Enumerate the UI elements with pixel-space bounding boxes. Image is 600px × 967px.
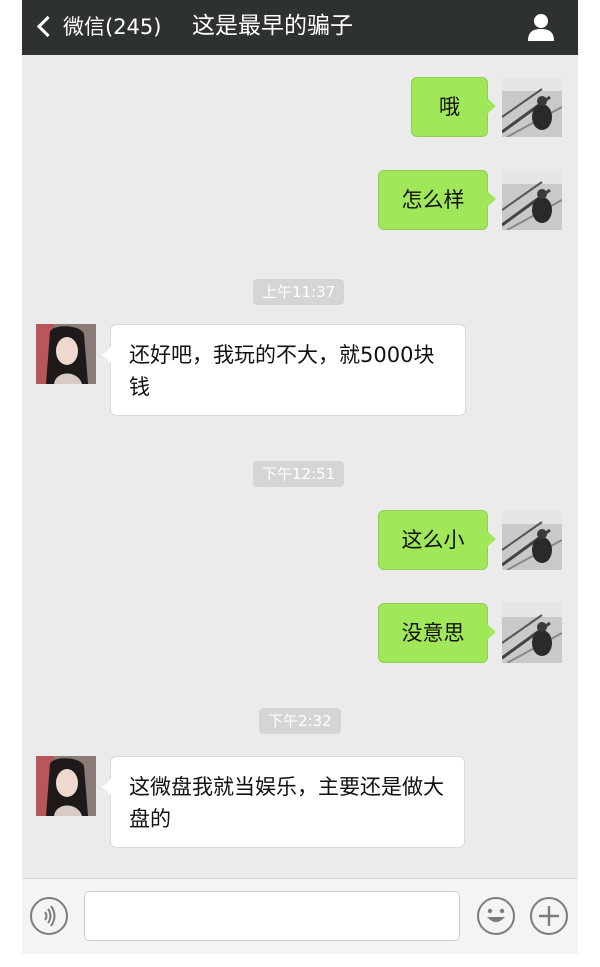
back-label: 微信(245): [63, 15, 162, 39]
chat-screen: 微信(245) 这是最早的骗子 哦 怎么样 上午11:37 还好吧，我玩的不大，…: [22, 0, 578, 954]
sent-message-bubble[interactable]: 没意思: [378, 603, 496, 663]
chat-title: 这是最早的骗子: [192, 13, 353, 39]
sent-message-bubble[interactable]: 这么小: [378, 510, 496, 570]
chevron-left-icon: [36, 15, 59, 37]
person-icon[interactable]: [526, 12, 556, 42]
message-input[interactable]: [84, 891, 460, 941]
nav-bar: 微信(245) 这是最早的骗子: [22, 0, 578, 55]
input-bar: [22, 878, 578, 954]
message-text: 哦: [439, 95, 460, 119]
timestamp-badge: 下午2:32: [259, 708, 341, 734]
emoji-icon[interactable]: [477, 897, 515, 935]
my-avatar[interactable]: [502, 510, 562, 570]
my-avatar[interactable]: [502, 603, 562, 663]
timestamp-badge: 下午12:51: [253, 461, 345, 487]
voice-icon[interactable]: [30, 897, 68, 935]
received-message-bubble[interactable]: 还好吧，我玩的不大，就5000块钱: [102, 324, 466, 416]
message-text: 这微盘我就当娱乐，主要还是做大盘的: [129, 775, 444, 831]
received-message-bubble[interactable]: 这微盘我就当娱乐，主要还是做大盘的: [102, 756, 465, 848]
message-text: 没意思: [401, 621, 465, 645]
contact-avatar[interactable]: [36, 324, 96, 384]
message-text: 这么小: [401, 528, 465, 552]
sent-message-bubble[interactable]: 怎么样: [378, 170, 496, 230]
my-avatar[interactable]: [502, 77, 562, 137]
my-avatar[interactable]: [502, 170, 562, 230]
message-text: 还好吧，我玩的不大，就5000块钱: [129, 343, 435, 399]
sent-message-bubble[interactable]: 哦: [411, 77, 496, 137]
back-button[interactable]: 微信(245): [34, 8, 161, 44]
plus-icon[interactable]: [530, 897, 568, 935]
contact-avatar[interactable]: [36, 756, 96, 816]
timestamp-badge: 上午11:37: [253, 279, 345, 305]
message-text: 怎么样: [401, 188, 465, 212]
